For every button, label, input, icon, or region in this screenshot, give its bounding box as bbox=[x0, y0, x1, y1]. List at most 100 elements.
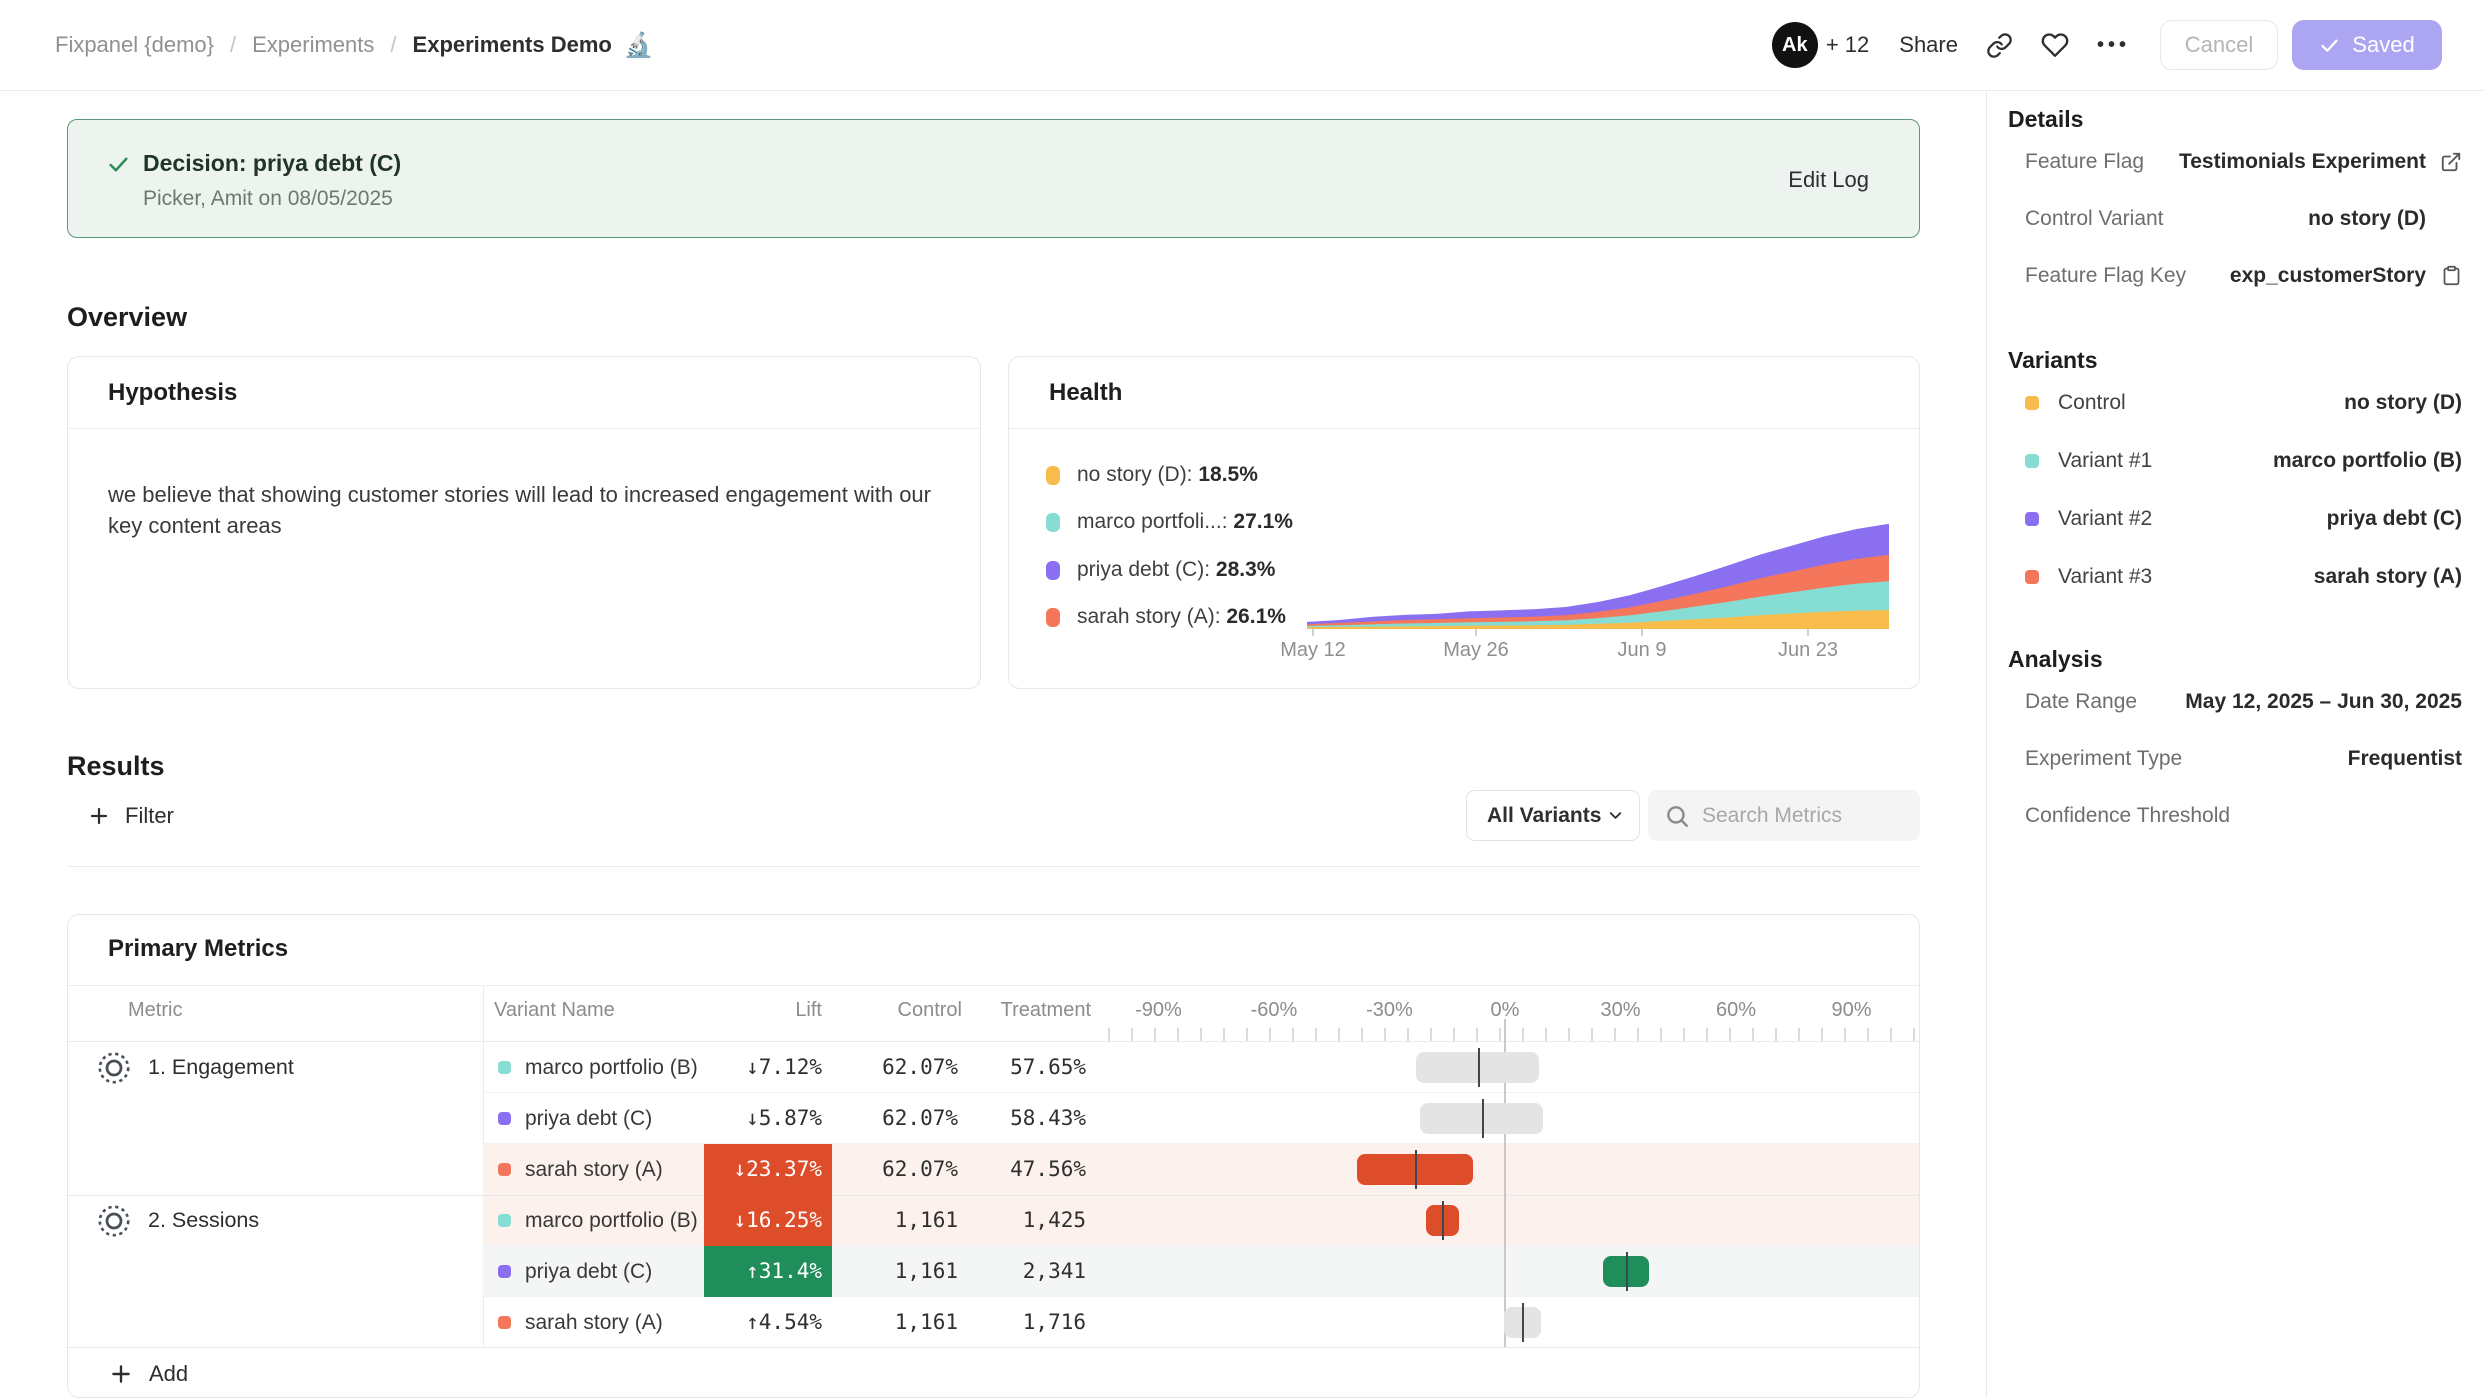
table-row[interactable]: sarah story (A)↑4.54%1,1611,716 bbox=[68, 1297, 1919, 1348]
hypothesis-card: Hypothesis we believe that showing custo… bbox=[67, 356, 981, 689]
analysis-row: Experiment TypeFrequentist bbox=[2008, 730, 2462, 787]
variant-label: Variant #3 bbox=[2058, 565, 2152, 589]
variant-label: Variant #1 bbox=[2058, 449, 2152, 473]
clipboard-icon[interactable] bbox=[2440, 265, 2462, 287]
column-header-treatment: Treatment bbox=[968, 999, 1091, 1022]
variant-color-dot bbox=[498, 1061, 511, 1074]
health-legend-item[interactable]: sarah story (A): 26.1% bbox=[1046, 605, 1286, 629]
field-value-wrap: exp_customerStory bbox=[2230, 264, 2462, 288]
x-axis-label: May 26 bbox=[1443, 639, 1509, 662]
check-icon bbox=[2319, 35, 2340, 56]
variant-key: Variant #3 bbox=[2008, 565, 2152, 589]
variant-name: sarah story (A) bbox=[525, 1297, 663, 1348]
metric-name-label: 1. Engagement bbox=[148, 1055, 294, 1080]
treatment-value: 57.65% bbox=[966, 1042, 1086, 1093]
analysis-row: Confidence Threshold bbox=[2008, 787, 2462, 844]
variants-heading: Variants bbox=[2008, 346, 2462, 374]
breadcrumb-item-2[interactable]: Experiments bbox=[252, 32, 374, 58]
health-card-header: Health bbox=[1009, 357, 1919, 429]
variant-color-dot bbox=[2025, 512, 2039, 526]
legend-swatch bbox=[1046, 608, 1060, 627]
table-row[interactable]: marco portfolio (B)↓7.12%62.07%57.65% bbox=[68, 1042, 1919, 1093]
hypothesis-body: we believe that showing customer stories… bbox=[108, 479, 968, 541]
results-toolbar: Filter All Variants bbox=[67, 790, 1920, 841]
cancel-button[interactable]: Cancel bbox=[2160, 20, 2278, 70]
table-row[interactable]: priya debt (C)↓5.87%62.07%58.43% bbox=[68, 1093, 1919, 1144]
field-value: priya debt (C) bbox=[2327, 507, 2462, 531]
field-value-wrap: no story (D) bbox=[2308, 207, 2462, 231]
lift-marker bbox=[1522, 1303, 1524, 1342]
table-row[interactable]: sarah story (A)↓23.37%62.07%47.56% bbox=[68, 1144, 1919, 1195]
row-highlight bbox=[483, 1246, 1919, 1297]
axis-tick-label: 60% bbox=[1716, 999, 1756, 1022]
field-value: marco portfolio (B) bbox=[2273, 449, 2462, 473]
plus-icon bbox=[108, 1361, 134, 1387]
plus-icon bbox=[87, 804, 111, 828]
health-card: Health no story (D): 18.5% marco portfoli… bbox=[1008, 356, 1920, 689]
variant-color-dot bbox=[498, 1265, 511, 1278]
lift-value: ↓7.12% bbox=[704, 1042, 832, 1093]
variant-row: Variant #1 marco portfolio (B) bbox=[2008, 432, 2462, 490]
x-axis-label: Jun 9 bbox=[1618, 639, 1667, 662]
favorite-heart-icon[interactable] bbox=[2041, 31, 2069, 59]
field-value: sarah story (A) bbox=[2314, 565, 2462, 589]
field-value-wrap: marco portfolio (B) bbox=[2273, 449, 2462, 473]
analysis-row: Date Range May 12, 2025 – Jun 30, 2025 bbox=[2008, 673, 2462, 730]
treatment-value: 47.56% bbox=[966, 1144, 1086, 1195]
breadcrumb-item-1[interactable]: Fixpanel {demo} bbox=[55, 32, 214, 58]
axis-tick-label: -90% bbox=[1135, 999, 1182, 1022]
table-row[interactable]: marco portfolio (B)↓16.25%1,1611,425 bbox=[68, 1195, 1919, 1246]
health-legend-item[interactable]: priya debt (C): 28.3% bbox=[1046, 558, 1275, 582]
variant-key: Variant #1 bbox=[2008, 449, 2152, 473]
lift-value: ↓16.25% bbox=[704, 1195, 832, 1246]
field-label: Feature Flag Key bbox=[2008, 264, 2186, 288]
control-value: 62.07% bbox=[848, 1093, 958, 1144]
check-icon bbox=[106, 152, 131, 182]
add-metric-button[interactable]: Add bbox=[68, 1347, 1919, 1398]
variant-label: Variant #2 bbox=[2058, 507, 2152, 531]
avatar[interactable]: Ak bbox=[1772, 22, 1818, 68]
filter-button[interactable]: Filter bbox=[87, 790, 174, 841]
lift-value: ↓5.87% bbox=[704, 1093, 832, 1144]
axis-tick-label: 30% bbox=[1600, 999, 1640, 1022]
more-options-button[interactable]: ••• bbox=[2097, 34, 2130, 57]
legend-swatch bbox=[1046, 513, 1060, 532]
external-link-icon[interactable] bbox=[2440, 151, 2462, 173]
variant-label: Control bbox=[2058, 391, 2126, 415]
field-label: Control Variant bbox=[2008, 207, 2164, 231]
field-label: Date Range bbox=[2008, 690, 2137, 714]
metrics-table-body: marco portfolio (B)↓7.12%62.07%57.65%pri… bbox=[68, 1041, 1919, 1347]
field-label: Confidence Threshold bbox=[2008, 804, 2230, 828]
edit-log-button[interactable]: Edit Log bbox=[1788, 167, 1869, 193]
lift-marker bbox=[1415, 1150, 1417, 1189]
treatment-value: 1,716 bbox=[966, 1297, 1086, 1348]
field-value: no story (D) bbox=[2344, 391, 2462, 415]
share-button[interactable]: Share bbox=[1899, 32, 1958, 58]
variant-row: Variant #2 priya debt (C) bbox=[2008, 490, 2462, 548]
search-metrics-input[interactable] bbox=[1700, 803, 1900, 829]
saved-button[interactable]: Saved bbox=[2292, 20, 2442, 70]
legend-label: priya debt (C): 28.3% bbox=[1077, 558, 1275, 582]
health-legend-item[interactable]: no story (D): 18.5% bbox=[1046, 463, 1258, 487]
variant-color-dot bbox=[2025, 454, 2039, 468]
field-label: Feature Flag bbox=[2008, 150, 2144, 174]
hypothesis-card-header: Hypothesis bbox=[68, 357, 980, 429]
health-legend-item[interactable]: marco portfoli...: 27.1% bbox=[1046, 510, 1293, 534]
analysis-heading: Analysis bbox=[2008, 645, 2462, 673]
x-axis-label: May 12 bbox=[1280, 639, 1346, 662]
analysis-section: Analysis Date Range May 12, 2025 – Jun 30,… bbox=[2008, 645, 2462, 844]
table-row[interactable]: priya debt (C)↑31.4%1,1612,341 bbox=[68, 1246, 1919, 1297]
copy-link-icon[interactable] bbox=[1986, 32, 2013, 59]
field-value: Testimonials Experiment bbox=[2179, 150, 2426, 174]
field-value: May 12, 2025 – Jun 30, 2025 bbox=[2185, 690, 2462, 714]
decision-subtitle: Picker, Amit on 08/05/2025 bbox=[143, 187, 393, 211]
variant-color-dot bbox=[498, 1163, 511, 1176]
variant-color-dot bbox=[2025, 570, 2039, 584]
control-value: 62.07% bbox=[848, 1042, 958, 1093]
column-header-metric: Metric bbox=[128, 999, 182, 1022]
all-variants-dropdown[interactable]: All Variants bbox=[1466, 790, 1640, 841]
collaborators-count[interactable]: + 12 bbox=[1826, 32, 1869, 58]
legend-label: marco portfoli...: 27.1% bbox=[1077, 510, 1293, 534]
details-sidebar: DetailsFeature FlagTestimonials Experime… bbox=[1986, 91, 2484, 1398]
add-metric-label: Add bbox=[149, 1361, 188, 1387]
